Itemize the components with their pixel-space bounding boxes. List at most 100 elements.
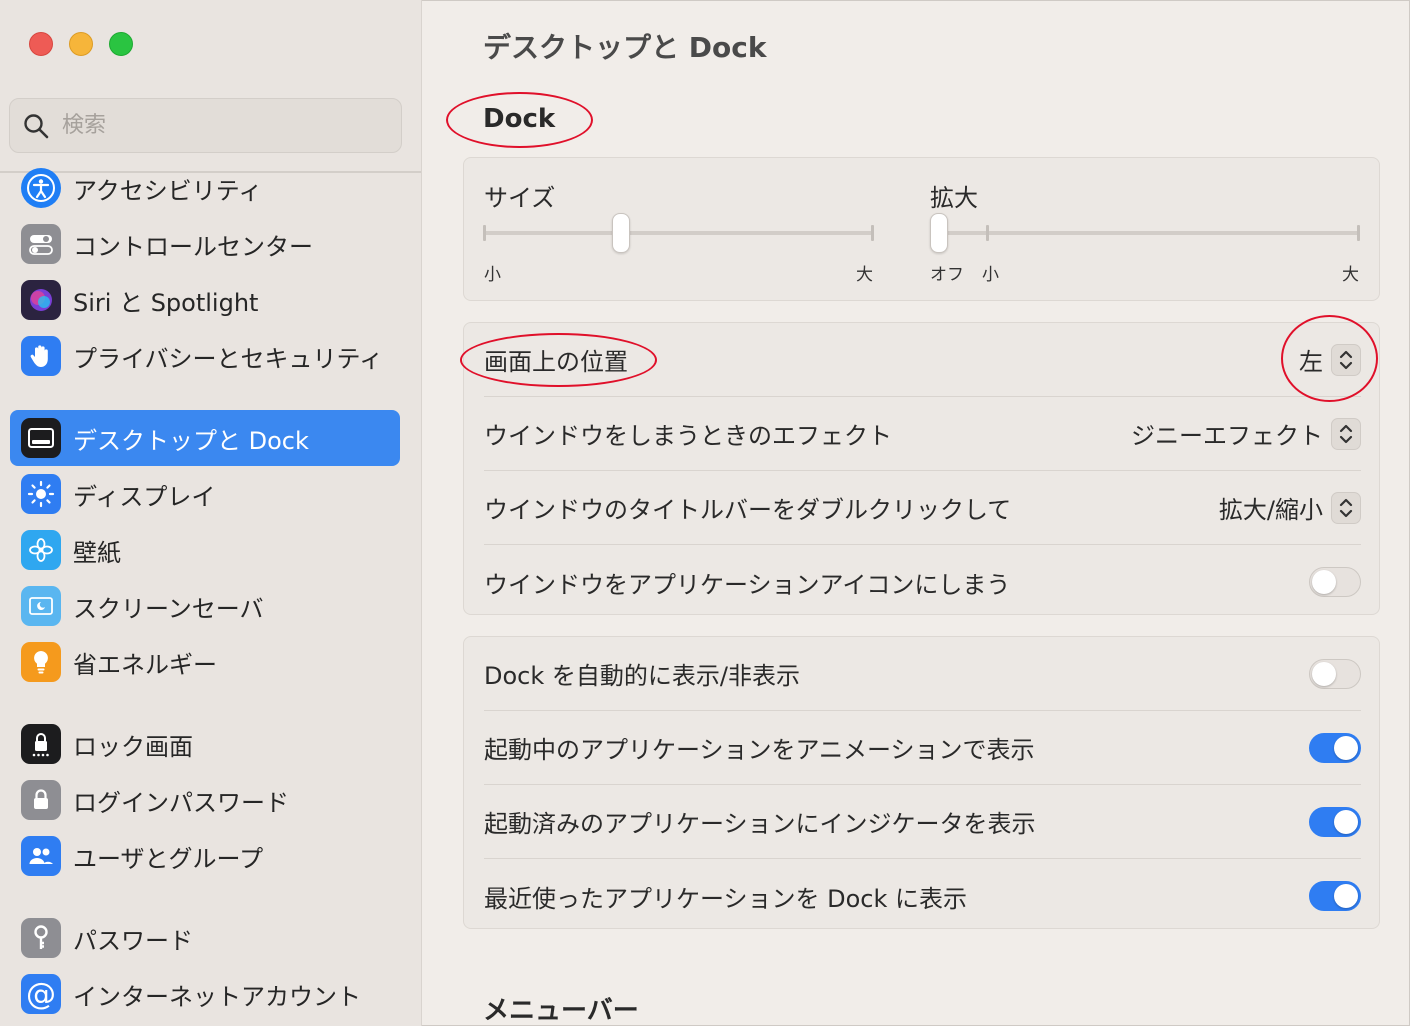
minimize-button[interactable] [69, 32, 93, 56]
sidebar-item-label: デスクトップと Dock [73, 426, 309, 455]
size-slider-track[interactable] [484, 231, 874, 235]
lock-screen-icon [21, 724, 61, 764]
sidebar-item-screensaver[interactable]: スクリーンセーバ [10, 578, 400, 634]
close-button[interactable] [29, 32, 53, 56]
magnification-slider-track[interactable] [930, 231, 1360, 235]
sidebar-item-desktop-dock[interactable]: デスクトップと Dock [10, 410, 400, 466]
size-slider-knob[interactable] [611, 213, 630, 253]
sidebar-item-label: 省エネルギー [73, 650, 217, 679]
accessibility-icon [21, 168, 61, 208]
autohide-dock-row: Dock を自動的に表示/非表示 [484, 637, 1361, 711]
sidebar-item-users-groups[interactable]: ユーザとグループ [10, 828, 400, 884]
size-label: サイズ [484, 184, 556, 212]
minimize-into-app-icon-toggle[interactable] [1309, 567, 1361, 597]
popup-value: 左 [1299, 348, 1323, 376]
show-recent-apps-label: 最近使ったアプリケーションを Dock に表示 [484, 884, 968, 913]
magnification-off-label: オフ [930, 265, 964, 285]
dock-icon [21, 418, 61, 458]
control-center-icon [21, 224, 61, 264]
energy-icon [21, 642, 61, 682]
users-groups-icon [21, 836, 61, 876]
show-recent-apps-toggle[interactable] [1309, 881, 1361, 911]
zoom-button[interactable] [109, 32, 133, 56]
dock-size-card: サイズ 小 大 拡大 オフ 小 大 [463, 157, 1380, 301]
size-slider-tick [483, 225, 486, 241]
hand-icon [21, 336, 61, 376]
sidebar-item-label: インターネットアカウント [73, 982, 361, 1011]
title-bar-double-click-label: ウインドウのタイトルバーをダブルクリックして [484, 496, 1012, 524]
sidebar: アクセシビリティ コントロールセンター Siri と Spotlight プライ… [0, 0, 422, 1026]
minimize-effect-popup[interactable]: ジニーエフェクト [1131, 416, 1361, 451]
position-on-screen-row: 画面上の位置 左 [484, 323, 1361, 397]
title-bar-double-click-popup[interactable]: 拡大/縮小 [1219, 490, 1361, 525]
animate-opening-apps-row: 起動中のアプリケーションをアニメーションで表示 [484, 711, 1361, 785]
main-content: デスクトップと Dock Dock サイズ 小 大 拡大 オフ 小 大 画面上の… [423, 0, 1410, 1026]
sidebar-item-label: 壁紙 [73, 538, 121, 567]
sidebar-item-label: Siri と Spotlight [73, 288, 259, 317]
sidebar-item-siri-spotlight[interactable]: Siri と Spotlight [10, 272, 400, 328]
popup-value: ジニーエフェクト [1131, 422, 1323, 450]
position-on-screen-popup[interactable]: 左 [1299, 342, 1361, 377]
page-title: デスクトップと Dock [483, 31, 767, 64]
sidebar-item-label: パスワード [73, 926, 193, 955]
position-on-screen-label: 画面上の位置 [484, 348, 628, 376]
magnification-slider-knob[interactable] [930, 213, 948, 253]
dock-behavior-card: Dock を自動的に表示/非表示 起動中のアプリケーションをアニメーションで表示… [463, 636, 1380, 929]
sidebar-item-label: ユーザとグループ [73, 844, 264, 873]
magnification-label: 拡大 [930, 184, 978, 212]
login-password-icon [21, 780, 61, 820]
sidebar-item-label: コントロールセンター [73, 232, 313, 261]
sidebar-item-energy[interactable]: 省エネルギー [10, 634, 400, 690]
magnification-slider-tick [1357, 225, 1360, 241]
sidebar-item-label: プライバシーとセキュリティ [73, 344, 384, 373]
sidebar-item-accessibility[interactable]: アクセシビリティ [10, 160, 400, 216]
minimize-into-app-icon-row: ウインドウをアプリケーションアイコンにしまう [484, 545, 1361, 619]
search-field[interactable] [9, 98, 402, 153]
sidebar-item-lock-screen[interactable]: ロック画面 [10, 716, 400, 772]
menubar-section-title: メニューバー [483, 996, 639, 1026]
size-min-label: 小 [484, 265, 501, 285]
sidebar-item-display[interactable]: ディスプレイ [10, 466, 400, 522]
screensaver-icon [21, 586, 61, 626]
dock-section-title: Dock [483, 104, 556, 134]
search-input[interactable] [62, 113, 362, 138]
autohide-dock-toggle[interactable] [1309, 658, 1361, 689]
sidebar-item-wallpaper[interactable]: 壁紙 [10, 522, 400, 578]
sidebar-item-privacy-security[interactable]: プライバシーとセキュリティ [10, 328, 400, 384]
wallpaper-icon [21, 530, 61, 570]
siri-icon [21, 280, 61, 320]
chevron-up-down-icon [1331, 491, 1361, 524]
size-max-label: 大 [856, 265, 873, 285]
search-icon [24, 113, 49, 138]
animate-opening-apps-toggle[interactable] [1309, 732, 1361, 763]
popup-value: 拡大/縮小 [1218, 496, 1323, 524]
chevron-up-down-icon [1331, 417, 1361, 450]
size-slider-tick [871, 225, 874, 241]
sidebar-item-login-password[interactable]: ログインパスワード [10, 772, 400, 828]
minimize-effect-label: ウインドウをしまうときのエフェクト [484, 422, 892, 450]
minimize-into-app-icon-label: ウインドウをアプリケーションアイコンにしまう [484, 570, 1011, 599]
sidebar-item-passwords[interactable]: パスワード [10, 910, 400, 966]
magnification-min-label: 小 [982, 265, 999, 285]
sidebar-item-label: スクリーンセーバ [73, 594, 264, 623]
show-recent-apps-row: 最近使ったアプリケーションを Dock に表示 [484, 859, 1361, 933]
chevron-up-down-icon [1331, 343, 1361, 376]
show-indicators-label: 起動済みのアプリケーションにインジケータを表示 [484, 810, 1036, 838]
animate-opening-apps-label: 起動中のアプリケーションをアニメーションで表示 [484, 736, 1035, 764]
key-icon [21, 918, 61, 958]
window-settings-card: 画面上の位置 左 ウインドウをしまうときのエフェクト ジニーエフェクト ウインド… [463, 322, 1380, 615]
sidebar-item-label: アクセシビリティ [73, 176, 263, 205]
sidebar-item-control-center[interactable]: コントロールセンター [10, 216, 400, 272]
display-icon [21, 474, 61, 514]
internet-accounts-icon: @ [21, 974, 61, 1014]
sidebar-item-internet-accounts[interactable]: @ インターネットアカウント [10, 966, 400, 1022]
sidebar-item-label: ログインパスワード [73, 788, 289, 817]
show-indicators-toggle[interactable] [1309, 806, 1361, 837]
sidebar-item-label: ディスプレイ [73, 482, 216, 511]
magnification-max-label: 大 [1342, 265, 1359, 285]
minimize-effect-row: ウインドウをしまうときのエフェクト ジニーエフェクト [484, 397, 1361, 471]
window-controls [29, 32, 133, 56]
show-indicators-row: 起動済みのアプリケーションにインジケータを表示 [484, 785, 1361, 859]
title-bar-double-click-row: ウインドウのタイトルバーをダブルクリックして 拡大/縮小 [484, 471, 1361, 545]
autohide-dock-label: Dock を自動的に表示/非表示 [484, 662, 800, 690]
